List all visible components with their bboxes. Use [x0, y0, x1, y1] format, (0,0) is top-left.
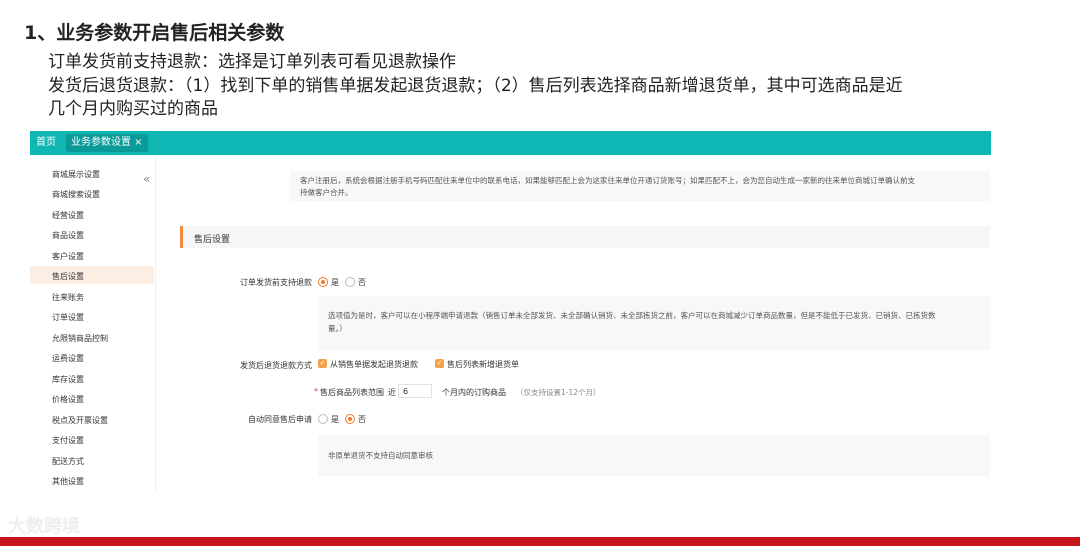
- collapse-sidebar-icon[interactable]: «: [143, 172, 150, 186]
- months-input[interactable]: 6: [398, 384, 432, 398]
- product-range-suffix: 个月内的订购商品: [442, 388, 506, 397]
- sidebar-item-customer[interactable]: 客户设置: [52, 251, 84, 262]
- sidebar-item-mall-search[interactable]: 商城搜索设置: [52, 189, 100, 200]
- tab-business-params[interactable]: 业务参数设置 ×: [66, 134, 148, 152]
- refund-note-line-2: 量。）: [328, 324, 347, 333]
- sidebar-item-operation[interactable]: 经营设置: [52, 210, 84, 221]
- slide-desc-line-3: 几个月内购买过的商品: [48, 99, 218, 119]
- option-after-sales-list-label: 售后列表新增退货单: [447, 360, 519, 369]
- sidebar-item-after-sales[interactable]: 售后设置: [52, 271, 84, 282]
- watermark-text: 大数跨境: [8, 516, 80, 537]
- watermark-logo: 大数跨境: [8, 512, 80, 538]
- sidebar-item-order[interactable]: 订单设置: [52, 312, 84, 323]
- refund-before-ship-no-radio[interactable]: [345, 277, 355, 287]
- refund-before-ship-yes-radio[interactable]: [318, 277, 328, 287]
- section-accent-bar: [180, 226, 183, 248]
- required-mark: *: [314, 387, 318, 396]
- sidebar-item-freight[interactable]: 运费设置: [52, 353, 84, 364]
- refund-before-ship-no-label: 否: [358, 278, 366, 287]
- sidebar-item-tax-invoice[interactable]: 税点及开票设置: [52, 415, 108, 426]
- main-content: 客户注册后，系统会根据注册手机号码匹配往来单位中的联系电话，如果能够匹配上会为这…: [156, 155, 991, 493]
- customer-note-line-2: 持做客户合并。: [300, 188, 353, 197]
- customer-note-line-1: 客户注册后，系统会根据注册手机号码匹配往来单位中的联系电话，如果能够匹配上会为这…: [300, 176, 915, 185]
- sidebar: « 商城展示设置 商城搜索设置 经营设置 商品设置 客户设置 售后设置 往来账务…: [30, 155, 156, 493]
- product-range-prefix: 近: [388, 388, 396, 397]
- sidebar-item-payment[interactable]: 支付设置: [52, 435, 84, 446]
- auto-note-text: 非原单退货不支持自动同意审核: [328, 451, 433, 460]
- slide-desc-line-1: 订单发货前支持退款：选择是订单列表可看见退款操作: [48, 52, 456, 72]
- auto-agree-yes-label: 是: [331, 415, 339, 424]
- sidebar-item-mall-display[interactable]: 商城展示设置: [52, 169, 100, 180]
- refund-before-ship-label: 订单发货前支持退款: [240, 278, 312, 287]
- sidebar-active-highlight: [30, 266, 154, 284]
- top-tab-bar: 首页 业务参数设置 ×: [30, 131, 991, 155]
- app-window: 首页 业务参数设置 × « 商城展示设置 商城搜索设置 经营设置 商品设置 客户…: [30, 131, 991, 493]
- auto-agree-yes-radio[interactable]: [318, 414, 328, 424]
- refund-before-ship-yes-label: 是: [331, 278, 339, 287]
- footer-red-bar: [0, 537, 1080, 546]
- tab-home[interactable]: 首页: [36, 131, 56, 155]
- sidebar-item-inventory[interactable]: 库存设置: [52, 374, 84, 385]
- sidebar-item-product[interactable]: 商品设置: [52, 230, 84, 241]
- auto-agree-no-label: 否: [358, 415, 366, 424]
- after-sales-section-header: 售后设置: [180, 226, 990, 248]
- sidebar-item-delivery[interactable]: 配送方式: [52, 456, 84, 467]
- slide-heading: 1、业务参数开启售后相关参数: [24, 22, 285, 44]
- slide-desc-line-2: 发货后退货退款：（1）找到下单的销售单据发起退货退款；（2）售后列表选择商品新增…: [48, 76, 903, 96]
- refund-note-box: 选项值为是时，客户可以在小程序端申请退款（销售订单未全部发货、未全部确认销货、未…: [318, 296, 990, 350]
- option-after-sales-list-checkbox[interactable]: ✓: [435, 359, 444, 368]
- auto-agree-no-radio[interactable]: [345, 414, 355, 424]
- auto-agree-label: 自动同意售后申请: [248, 415, 312, 424]
- section-title: 售后设置: [194, 235, 231, 245]
- auto-note-box: 非原单退货不支持自动同意审核: [318, 435, 990, 476]
- customer-note-box: 客户注册后，系统会根据注册手机号码匹配往来单位中的联系电话，如果能够匹配上会为这…: [290, 171, 990, 201]
- option-from-sales-order-label: 从销售单据发起退货退款: [330, 360, 418, 369]
- sidebar-item-other[interactable]: 其他设置: [52, 476, 84, 487]
- sidebar-item-sales-limit[interactable]: 允限销商品控制: [52, 333, 108, 344]
- product-range-label: 售后商品列表范围: [320, 388, 384, 397]
- option-from-sales-order-checkbox[interactable]: ✓: [318, 359, 327, 368]
- return-after-ship-label: 发货后退货退款方式: [240, 361, 312, 370]
- refund-note-line-1: 选项值为是时，客户可以在小程序端申请退款（销售订单未全部发货、未全部确认销货、未…: [328, 311, 936, 320]
- product-range-hint: （仅支持设置1-12个月）: [516, 388, 601, 397]
- sidebar-item-accounts[interactable]: 往来账务: [52, 292, 84, 303]
- sidebar-item-price[interactable]: 价格设置: [52, 394, 84, 405]
